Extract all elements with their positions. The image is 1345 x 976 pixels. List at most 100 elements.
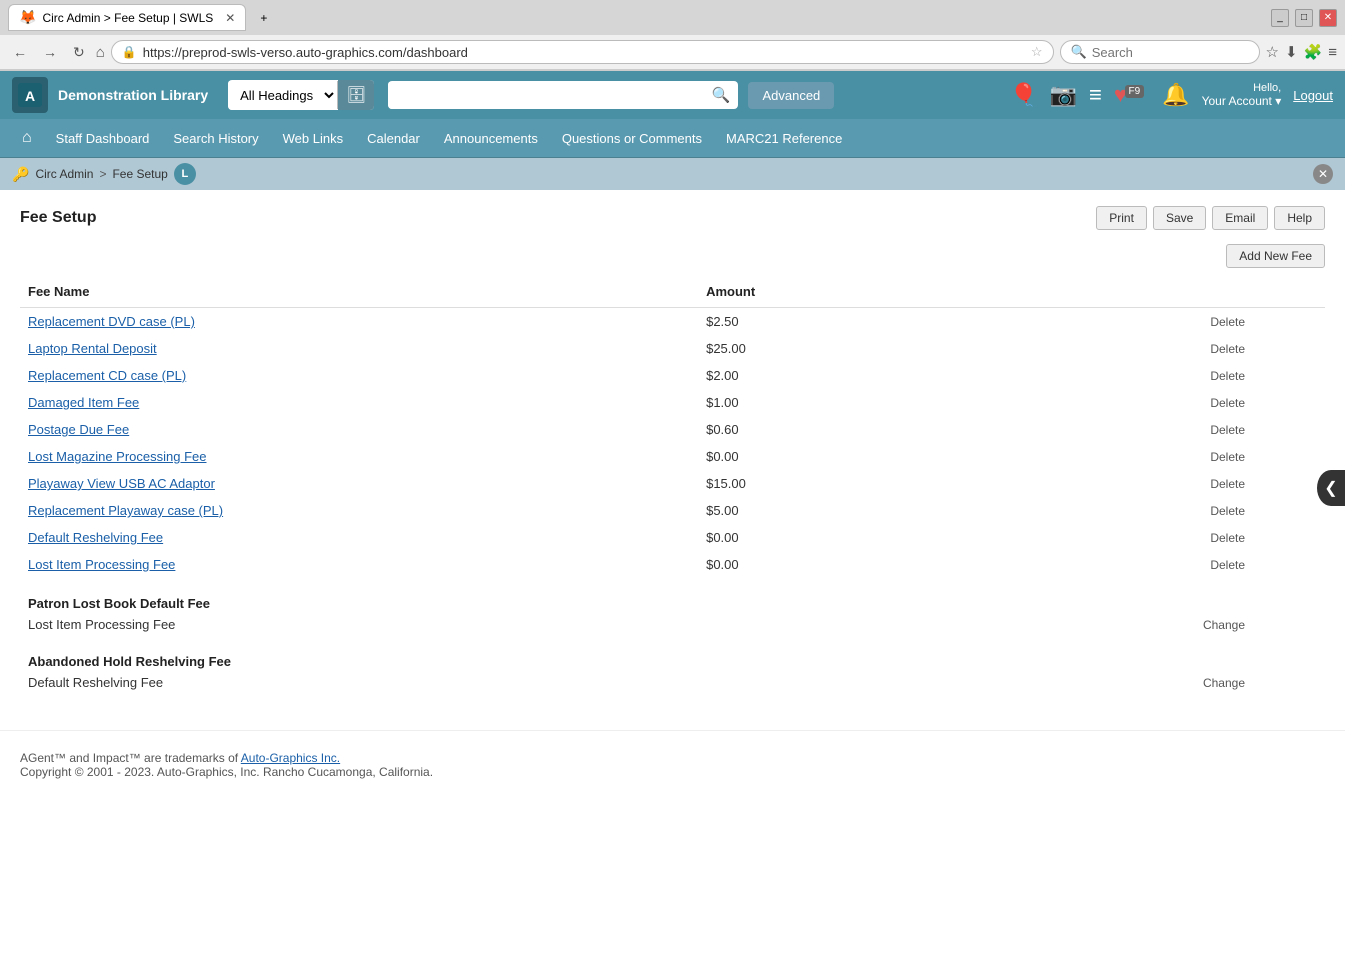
window-close[interactable]: ✕ [1319, 9, 1337, 27]
abandoned-hold-change-button[interactable]: Change [1203, 676, 1245, 690]
fee-amount: $0.60 [698, 416, 907, 443]
nav-announcements[interactable]: Announcements [432, 121, 550, 156]
window-controls: _ □ ✕ [1271, 9, 1337, 27]
refresh-button[interactable]: ↻ [68, 42, 90, 63]
user-badge: L [174, 163, 196, 185]
delete-fee-button[interactable]: Delete [1210, 342, 1245, 356]
star-icon[interactable]: ☆ [1031, 44, 1043, 60]
delete-fee-button[interactable]: Delete [1210, 423, 1245, 437]
address-bar-wrap: 🔒 ☆ [111, 40, 1054, 64]
delete-fee-button[interactable]: Delete [1210, 396, 1245, 410]
delete-fee-button[interactable]: Delete [1210, 531, 1245, 545]
breadcrumb-key-icon: 🔑 [12, 166, 29, 183]
fee-amount: $2.50 [698, 308, 907, 336]
breadcrumb-fee-setup[interactable]: Fee Setup [112, 167, 167, 181]
tab-title: Circ Admin > Fee Setup | SWLS [42, 11, 213, 25]
search-type-select[interactable]: All Headings [228, 81, 337, 110]
extensions-icon[interactable]: 🧩 [1304, 43, 1323, 61]
balloon-icon[interactable]: 🎈 [1010, 82, 1037, 108]
fee-name-link[interactable]: Postage Due Fee [28, 422, 129, 437]
nav-staff-dashboard[interactable]: Staff Dashboard [44, 121, 162, 156]
fee-amount: $15.00 [698, 470, 907, 497]
fee-name-link[interactable]: Laptop Rental Deposit [28, 341, 157, 356]
add-new-fee-button[interactable]: Add New Fee [1226, 244, 1325, 268]
account-section[interactable]: Hello, Your Account ▾ [1202, 82, 1282, 108]
delete-fee-button[interactable]: Delete [1210, 369, 1245, 383]
footer: AGent™ and Impact™ are trademarks of Aut… [0, 730, 1345, 789]
search-text-input[interactable] [388, 82, 703, 109]
nav-home[interactable]: ⌂ [10, 119, 44, 157]
nav-web-links[interactable]: Web Links [271, 121, 355, 156]
browser-titlebar: 🦊 Circ Admin > Fee Setup | SWLS ✕ + _ □ … [0, 0, 1345, 35]
fee-amount: $5.00 [698, 497, 907, 524]
app-logo: A [12, 77, 48, 113]
patron-lost-book-section-title: Patron Lost Book Default Fee [20, 578, 1325, 613]
delete-fee-button[interactable]: Delete [1210, 504, 1245, 518]
logout-button[interactable]: Logout [1293, 88, 1333, 103]
database-icon[interactable]: 🗄 [338, 80, 374, 110]
fee-name-link[interactable]: Playaway View USB AC Adaptor [28, 476, 215, 491]
bookmark-icon[interactable]: ☆ [1266, 43, 1279, 61]
delete-fee-button[interactable]: Delete [1210, 315, 1245, 329]
main-content: Fee Setup Print Save Email Help Add New … [0, 190, 1345, 710]
browser-search-wrap: 🔍 [1060, 40, 1260, 64]
back-button[interactable]: ← [8, 42, 32, 62]
email-button[interactable]: Email [1212, 206, 1268, 230]
fee-amount: $0.00 [698, 551, 907, 578]
download-icon[interactable]: ⬇ [1285, 43, 1298, 61]
forward-button[interactable]: → [38, 42, 62, 62]
footer-copyright: Copyright © 2001 - 2023. Auto-Graphics, … [20, 765, 1325, 779]
nav-marc21[interactable]: MARC21 Reference [714, 121, 854, 156]
sidebar-toggle-button[interactable]: ❮ [1317, 470, 1345, 506]
delete-fee-button[interactable]: Delete [1210, 477, 1245, 491]
camera-icon[interactable]: 📷 [1050, 82, 1077, 108]
table-row: Default Reshelving Fee $0.00 Delete [20, 524, 1325, 551]
close-breadcrumb-button[interactable]: ✕ [1313, 164, 1333, 184]
advanced-button[interactable]: Advanced [748, 82, 834, 109]
fee-name-link[interactable]: Replacement CD case (PL) [28, 368, 186, 383]
breadcrumb-circ-admin[interactable]: Circ Admin [35, 167, 93, 181]
fee-name-link[interactable]: Lost Magazine Processing Fee [28, 449, 206, 464]
fee-name-link[interactable]: Damaged Item Fee [28, 395, 139, 410]
address-input[interactable] [143, 45, 1025, 60]
search-input-wrap: 🔍 [388, 81, 738, 109]
delete-fee-button[interactable]: Delete [1210, 450, 1245, 464]
help-button[interactable]: Help [1274, 206, 1325, 230]
fee-amount: $0.00 [698, 443, 907, 470]
table-row: Replacement DVD case (PL) $2.50 Delete [20, 308, 1325, 336]
nav-search-history[interactable]: Search History [161, 121, 270, 156]
save-button[interactable]: Save [1153, 206, 1206, 230]
patron-lost-book-header-row: Patron Lost Book Default Fee [20, 578, 1325, 613]
browser-search-input[interactable] [1092, 45, 1242, 60]
page-title: Fee Setup [20, 209, 96, 227]
fee-name-link[interactable]: Replacement DVD case (PL) [28, 314, 195, 329]
new-tab-btn[interactable]: + [250, 7, 277, 29]
active-tab[interactable]: 🦊 Circ Admin > Fee Setup | SWLS ✕ [8, 4, 246, 31]
footer-trademark: AGent™ and Impact™ are trademarks of [20, 751, 241, 765]
table-row: Laptop Rental Deposit $25.00 Delete [20, 335, 1325, 362]
tab-close-icon[interactable]: ✕ [225, 11, 235, 25]
menu-icon[interactable]: ≡ [1328, 44, 1337, 61]
fee-table: Fee Name Amount Replacement DVD case (PL… [20, 280, 1325, 694]
fee-amount: $2.00 [698, 362, 907, 389]
abandoned-hold-section-title: Abandoned Hold Reshelving Fee [20, 636, 1325, 671]
fee-name-link[interactable]: Default Reshelving Fee [28, 530, 163, 545]
print-button[interactable]: Print [1096, 206, 1147, 230]
list-icon[interactable]: ≡ [1089, 82, 1102, 107]
nav-calendar[interactable]: Calendar [355, 121, 432, 156]
search-go-button[interactable]: 🔍 [704, 81, 739, 109]
home-nav-button[interactable]: ⌂ [96, 44, 105, 61]
abandoned-hold-header-row: Abandoned Hold Reshelving Fee [20, 636, 1325, 671]
patron-lost-book-change-button[interactable]: Change [1203, 618, 1245, 632]
window-maximize[interactable]: □ [1295, 9, 1313, 27]
bell-icon[interactable]: 🔔 [1162, 82, 1189, 108]
delete-fee-button[interactable]: Delete [1210, 558, 1245, 572]
browser-tabs: 🦊 Circ Admin > Fee Setup | SWLS ✕ + [8, 4, 277, 31]
fee-name-link[interactable]: Replacement Playaway case (PL) [28, 503, 223, 518]
window-minimize[interactable]: _ [1271, 9, 1289, 27]
fee-name-link[interactable]: Lost Item Processing Fee [28, 557, 175, 572]
footer-link[interactable]: Auto-Graphics Inc. [241, 751, 340, 765]
page-actions: Print Save Email Help [1096, 206, 1325, 230]
nav-questions[interactable]: Questions or Comments [550, 121, 714, 156]
table-row: Damaged Item Fee $1.00 Delete [20, 389, 1325, 416]
